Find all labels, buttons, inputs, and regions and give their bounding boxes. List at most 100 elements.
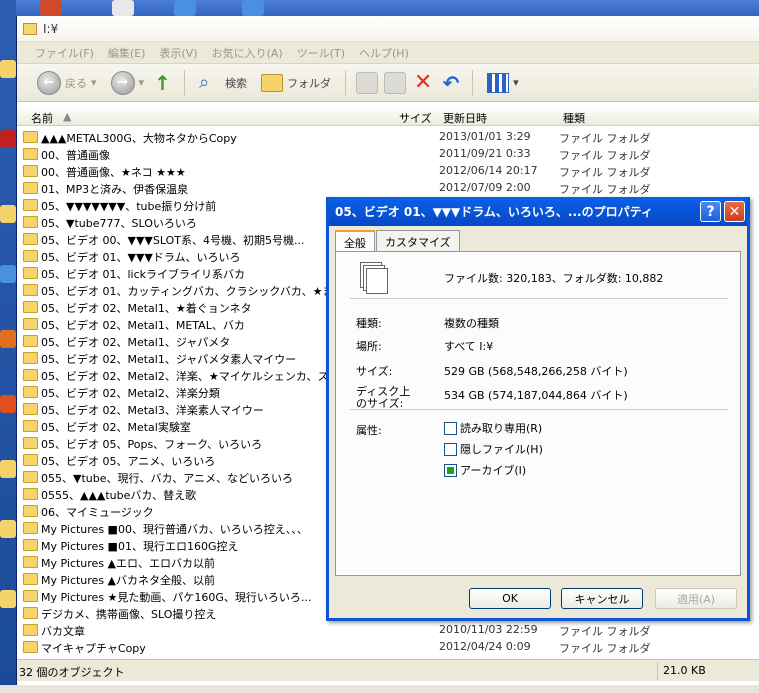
desktop-shortcut-icon[interactable] bbox=[112, 0, 134, 16]
folder-icon bbox=[261, 73, 284, 92]
desktop-shortcut-icon[interactable] bbox=[0, 330, 16, 348]
close-button[interactable]: ✕ bbox=[724, 201, 745, 222]
folders-button[interactable]: フォルダ bbox=[257, 69, 335, 97]
desktop-shortcut-icon[interactable] bbox=[40, 0, 62, 16]
up-folder-icon[interactable]: ↑ bbox=[154, 72, 174, 94]
menu-view[interactable]: 表示(V) bbox=[159, 45, 197, 61]
item-name: My Pictures ■01、現行エロ160G控え bbox=[41, 540, 239, 553]
item-name: 05、ビデオ 02、Metal2、洋楽、★マイケルシェンカ、ス... bbox=[41, 370, 339, 383]
menu-edit[interactable]: 編集(E) bbox=[108, 45, 146, 61]
ie-icon[interactable] bbox=[174, 0, 196, 16]
desktop-shortcut-icon[interactable] bbox=[0, 205, 16, 223]
item-name: 0555、▲▲▲tubeバカ、替え歌 bbox=[41, 489, 197, 502]
item-name: 05、ビデオ 01、▼▼▼ドラム、いろいろ bbox=[41, 251, 241, 264]
desktop-shortcut-icon[interactable] bbox=[0, 460, 16, 478]
list-item[interactable]: バカ文章 2010/11/03 22:59 ファイル フォルダ bbox=[17, 621, 759, 638]
copy-to-icon[interactable] bbox=[384, 71, 407, 94]
menu-tools[interactable]: ツール(T) bbox=[297, 45, 345, 61]
status-separator bbox=[657, 662, 658, 680]
type-value: 複数の種類 bbox=[444, 317, 499, 330]
tab-customize[interactable]: カスタマイズ bbox=[376, 230, 460, 252]
explorer-titlebar[interactable]: I:¥ bbox=[17, 16, 759, 42]
menu-favorites[interactable]: お気に入り(A) bbox=[212, 45, 283, 61]
forward-button[interactable]: → ▾ bbox=[107, 69, 149, 97]
desktop-shortcut-icon[interactable] bbox=[0, 520, 16, 538]
folder-icon bbox=[23, 386, 38, 398]
archive-checkbox[interactable]: アーカイブ(I) bbox=[444, 462, 526, 478]
desktop-shortcut-icon[interactable] bbox=[0, 395, 16, 413]
item-type: ファイル フォルダ bbox=[559, 149, 651, 162]
cancel-button[interactable]: キャンセル bbox=[561, 588, 643, 609]
apply-button[interactable]: 適用(A) bbox=[655, 588, 737, 609]
back-button[interactable]: ← 戻る ▾ bbox=[33, 69, 101, 97]
column-date[interactable]: 更新日時 bbox=[443, 110, 487, 126]
list-item[interactable]: 00、普通画像、★ネコ ★★★ 2012/06/14 20:17 ファイル フォルダ bbox=[17, 162, 759, 179]
attributes-label: 属性: bbox=[356, 424, 382, 437]
window-title: I:¥ bbox=[43, 21, 59, 36]
folder-icon bbox=[23, 369, 38, 381]
size-label: サイズ: bbox=[356, 365, 393, 378]
readonly-checkbox[interactable]: 読み取り専用(R) bbox=[444, 420, 542, 436]
desktop-shortcut-icon[interactable] bbox=[0, 130, 16, 148]
ok-button[interactable]: OK bbox=[469, 588, 551, 609]
list-item[interactable]: 01、MP3と済み、伊香保温泉 2012/07/09 2:00 ファイル フォルダ bbox=[17, 179, 759, 196]
item-date: 2012/06/14 20:17 bbox=[439, 164, 538, 177]
column-type[interactable]: 種類 bbox=[563, 110, 585, 126]
menu-help[interactable]: ヘルプ(H) bbox=[359, 45, 409, 61]
item-name: ▲▲▲METAL300G、大物ネタからCopy bbox=[41, 132, 237, 145]
folder-icon bbox=[23, 488, 38, 500]
general-panel: ファイル数: 320,183、フォルダ数: 10,882 種類: 複数の種類 場… bbox=[335, 251, 741, 576]
views-button[interactable]: ▾ bbox=[483, 69, 523, 97]
checkbox-box[interactable] bbox=[444, 463, 457, 477]
item-type: ファイル フォルダ bbox=[559, 132, 651, 145]
desktop-shortcut-icon[interactable] bbox=[0, 265, 16, 283]
item-type: ファイル フォルダ bbox=[559, 183, 651, 196]
readonly-label[interactable]: 読み取り専用(R) bbox=[460, 420, 542, 436]
toolbar-separator bbox=[472, 69, 474, 96]
folder-icon bbox=[23, 182, 38, 194]
undo-icon[interactable]: ↶ bbox=[440, 72, 462, 94]
multiple-files-icon bbox=[360, 262, 392, 294]
column-size[interactable]: サイズ bbox=[399, 110, 432, 126]
item-name: 00、普通画像、★ネコ ★★★ bbox=[41, 166, 186, 179]
folder-icon bbox=[23, 624, 38, 636]
folder-icon bbox=[23, 437, 38, 449]
toolbar-separator bbox=[345, 69, 347, 96]
object-count: 32 個のオブジェクト bbox=[19, 666, 125, 679]
desktop-shortcut-icon[interactable] bbox=[0, 60, 16, 78]
delete-icon[interactable]: ✕ bbox=[412, 71, 434, 94]
hidden-label[interactable]: 隠しファイル(H) bbox=[460, 441, 543, 457]
list-item[interactable]: 00、普通画像 2011/09/21 0:33 ファイル フォルダ bbox=[17, 145, 759, 162]
checkbox-box[interactable] bbox=[444, 442, 457, 456]
toolbar: ← 戻る ▾ → ▾ ↑ ⌕ 検索 フォルダ ✕ ↶ ▾ bbox=[17, 64, 759, 102]
item-name: 06、マイミュージック bbox=[41, 506, 154, 519]
help-button[interactable]: ? bbox=[700, 201, 721, 222]
item-name: 01、MP3と済み、伊香保温泉 bbox=[41, 183, 189, 196]
list-item[interactable]: マイキャプチャCopy 2012/04/24 0:09 ファイル フォルダ bbox=[17, 638, 759, 655]
item-name: 05、ビデオ 02、Metal1、ジャパメタ bbox=[41, 336, 231, 349]
item-name: 05、ビデオ 02、Metal3、洋楽素人マイウー bbox=[41, 404, 264, 417]
item-name: デジカメ、携帯画像、SLO撮り控え bbox=[41, 608, 217, 621]
checkbox-box[interactable] bbox=[444, 421, 457, 435]
dialog-title: 05、ビデオ 01、▼▼▼ドラム、いろいろ、...のプロパティ bbox=[335, 205, 653, 219]
hidden-checkbox[interactable]: 隠しファイル(H) bbox=[444, 441, 543, 457]
item-name: My Pictures ▲エロ、エロバカ以前 bbox=[41, 557, 216, 570]
list-item[interactable]: ▲▲▲METAL300G、大物ネタからCopy 2013/01/01 3:29 ファ… bbox=[17, 128, 759, 145]
move-to-icon[interactable] bbox=[356, 71, 379, 94]
dialog-titlebar[interactable]: 05、ビデオ 01、▼▼▼ドラム、いろいろ、...のプロパティ ? ✕ bbox=[329, 197, 747, 226]
folder-icon bbox=[23, 556, 38, 568]
tab-general[interactable]: 全般 bbox=[335, 230, 375, 252]
desktop-shortcut-icon[interactable] bbox=[0, 590, 16, 608]
column-name[interactable]: 名前 bbox=[31, 110, 53, 126]
size-value: 529 GB (568,548,266,258 バイト) bbox=[444, 365, 628, 378]
search-button[interactable]: ⌕ 検索 bbox=[195, 69, 251, 97]
archive-label[interactable]: アーカイブ(I) bbox=[460, 462, 526, 478]
properties-dialog: 05、ビデオ 01、▼▼▼ドラム、いろいろ、...のプロパティ ? ✕ 全般 カ… bbox=[326, 197, 750, 621]
menu-file[interactable]: ファイル(F) bbox=[35, 45, 94, 61]
folder-icon bbox=[23, 522, 38, 534]
column-header: 名前 ▲ サイズ 更新日時 種類 bbox=[17, 108, 759, 126]
ie-icon[interactable] bbox=[242, 0, 264, 16]
folder-icon bbox=[23, 590, 38, 602]
item-name: 05、ビデオ 02、Metal1、ジャパメタ素人マイウー bbox=[41, 353, 297, 366]
type-label: 種類: bbox=[356, 317, 382, 330]
